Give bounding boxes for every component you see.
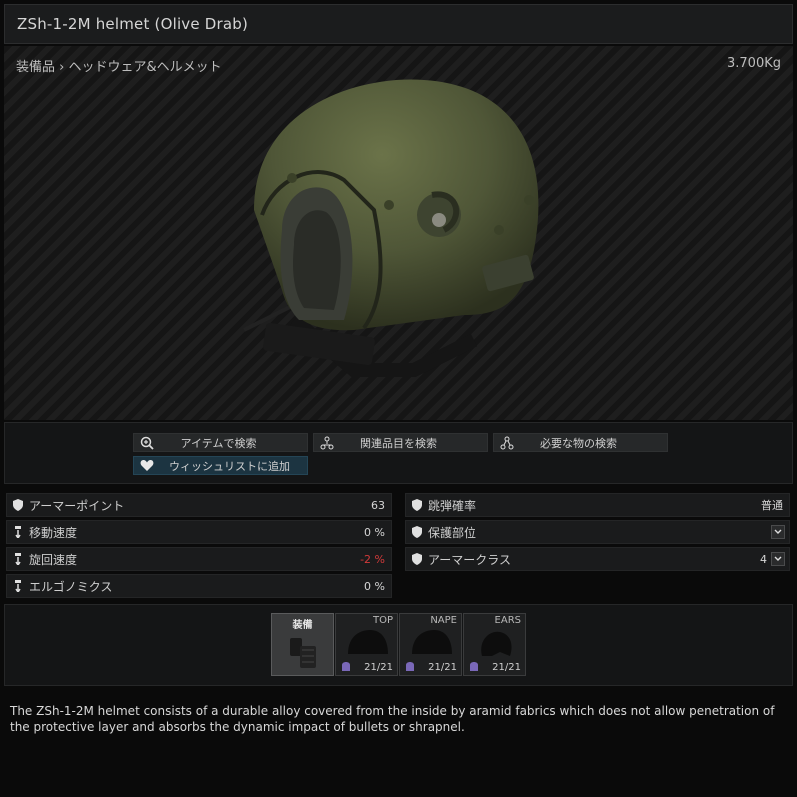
- action-panel: アイテムで検索 関連品目を検索 必要な物の検索 ウィッシュリストに追加: [4, 422, 793, 484]
- slot-label: TOP: [372, 615, 393, 626]
- stat-label: エルゴノミクス: [29, 579, 113, 594]
- slot-label: 装備: [292, 620, 313, 631]
- breadcrumb-subcategory[interactable]: ヘッドウェア&ヘルメット: [69, 60, 222, 75]
- stat-row-armor-points: アーマーポイント 63: [6, 493, 392, 517]
- window-title: ZSh-1-2M helmet (Olive Drab): [17, 15, 249, 33]
- slot-label: NAPE: [430, 615, 457, 626]
- stat-icon: [7, 526, 29, 538]
- stat-value: 普通: [761, 499, 783, 512]
- slot-label: EARS: [494, 615, 521, 626]
- magnifier-plus-icon: [134, 436, 160, 450]
- slots-panel: 装備 TOP 21/21 NAPE 21/21 EARS 21/21: [4, 604, 793, 686]
- armor-slot-top[interactable]: TOP 21/21: [335, 613, 398, 676]
- stat-label: 旋回速度: [29, 552, 78, 567]
- armor-plate-icon: [406, 662, 414, 671]
- helmet-top-icon: [348, 630, 388, 654]
- slot-durability: 21/21: [492, 662, 521, 673]
- stat-icon: [7, 580, 29, 592]
- shield-icon: [406, 553, 428, 565]
- stat-label: 保護部位: [428, 525, 477, 540]
- stats-right: 跳弾確率 普通 保護部位 アーマークラス 4: [405, 493, 790, 601]
- item-description: The ZSh-1-2M helmet consists of a durabl…: [10, 704, 775, 734]
- stat-row-ricochet: 跳弾確率 普通: [405, 493, 790, 517]
- wishlist-button[interactable]: ウィッシュリストに追加: [133, 456, 308, 475]
- helmet-nape-icon: [412, 630, 452, 654]
- armor-plate-icon: [470, 662, 478, 671]
- stat-label: アーマークラス: [428, 552, 512, 567]
- search-item-label: アイテムで検索: [180, 436, 257, 450]
- equipment-icon: [290, 638, 316, 668]
- stat-value: 0 %: [364, 579, 385, 593]
- stat-value: 63: [371, 498, 385, 512]
- stat-value: 4: [760, 552, 767, 566]
- stat-row-move-speed: 移動速度 0 %: [6, 520, 392, 544]
- stat-icon: [7, 553, 29, 565]
- slot-durability: 21/21: [428, 662, 457, 673]
- stat-row-ergonomics: エルゴノミクス 0 %: [6, 574, 392, 598]
- chevron-down-icon[interactable]: [771, 552, 785, 566]
- helmet-ears-icon: [481, 631, 512, 656]
- search-item-button[interactable]: アイテムで検索: [133, 433, 308, 452]
- helmet-image: [243, 79, 539, 377]
- search-required-button[interactable]: 必要な物の検索: [493, 433, 668, 452]
- title-bar: ZSh-1-2M helmet (Olive Drab): [4, 4, 793, 44]
- heart-icon: [134, 459, 160, 472]
- equipment-slot[interactable]: 装備: [271, 613, 334, 676]
- shield-icon: [406, 526, 428, 538]
- slot-durability: 21/21: [364, 662, 393, 673]
- breadcrumb-separator: ›: [59, 60, 65, 75]
- stat-value: -2 %: [360, 552, 385, 566]
- stat-row-armor-zones[interactable]: 保護部位: [405, 520, 790, 544]
- armor-plate-icon: [342, 662, 350, 671]
- shield-icon: [406, 499, 428, 511]
- stat-label: 移動速度: [29, 525, 78, 540]
- stat-value: 0 %: [364, 525, 385, 539]
- breadcrumb: 装備品 › ヘッドウェア&ヘルメット: [16, 56, 222, 75]
- shield-icon: [7, 499, 29, 511]
- armor-slot-ears[interactable]: EARS 21/21: [463, 613, 526, 676]
- stat-row-turn-speed: 旋回速度 -2 %: [6, 547, 392, 571]
- search-required-label: 必要な物の検索: [540, 436, 617, 450]
- wishlist-label: ウィッシュリストに追加: [169, 459, 290, 473]
- stat-row-armor-class[interactable]: アーマークラス 4: [405, 547, 790, 571]
- armor-slot-nape[interactable]: NAPE 21/21: [399, 613, 462, 676]
- stat-label: アーマーポイント: [29, 498, 125, 513]
- related-icon: [314, 436, 340, 450]
- tree-icon: [494, 436, 520, 450]
- breadcrumb-category[interactable]: 装備品: [16, 60, 55, 75]
- item-viewer: 装備品 › ヘッドウェア&ヘルメット 3.700Kg: [4, 46, 793, 420]
- stat-label: 跳弾確率: [428, 498, 477, 513]
- search-related-button[interactable]: 関連品目を検索: [313, 433, 488, 452]
- item-weight: 3.700Kg: [727, 56, 781, 71]
- stats-left: アーマーポイント 63 移動速度 0 % 旋回速度 -2 % エルゴノミクス 0…: [6, 493, 392, 601]
- chevron-down-icon[interactable]: [771, 525, 785, 539]
- search-related-label: 関連品目を検索: [360, 436, 437, 450]
